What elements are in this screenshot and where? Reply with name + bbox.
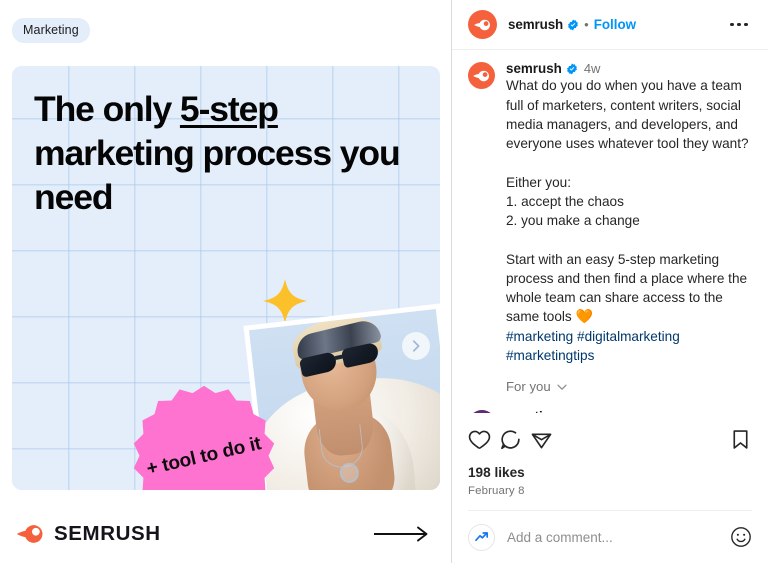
caption-block: semrush 4w What do you do when you have … — [468, 62, 752, 365]
post-actions: 198 likes February 8 — [452, 413, 768, 563]
share-paper-plane-icon — [531, 433, 552, 449]
semrush-logo: SEMRUSH — [16, 522, 161, 546]
composer-avatar[interactable] — [468, 523, 495, 551]
comment-composer — [468, 510, 752, 563]
caption-username[interactable]: semrush — [506, 62, 562, 76]
comment-button[interactable] — [499, 420, 530, 459]
more-options-icon[interactable] — [724, 17, 754, 33]
chevron-down-icon — [557, 384, 567, 390]
tool-sticker: + tool to do it — [129, 382, 279, 490]
caption-body: What do you do when you have a team full… — [506, 78, 749, 325]
long-arrow-right-icon — [374, 526, 428, 542]
add-comment-input[interactable] — [507, 529, 718, 545]
likes-count[interactable]: 198 likes — [468, 463, 752, 481]
save-button[interactable] — [729, 420, 752, 459]
comment-bubble-icon — [501, 430, 520, 450]
like-button[interactable] — [468, 420, 499, 459]
header-username[interactable]: semrush — [508, 17, 563, 32]
semrush-comet-icon — [16, 525, 43, 543]
chevron-right-icon — [412, 340, 420, 352]
semrush-comet-icon — [472, 70, 489, 81]
header-separator: • — [584, 17, 589, 32]
comments-filter-label: For you — [506, 379, 551, 395]
verified-badge-icon — [566, 63, 577, 75]
follow-button[interactable]: Follow — [594, 17, 636, 32]
slide-headline: The only 5-step marketing process you ne… — [34, 88, 422, 219]
headline-part-2: marketing process you need — [34, 132, 401, 217]
carousel-next-button[interactable] — [402, 332, 430, 360]
caption-timestamp: 4w — [583, 61, 601, 77]
verified-badge-icon — [568, 19, 579, 30]
instagram-post: Marketing The only 5-step marketing proc… — [0, 0, 768, 563]
brand-bar: SEMRUSH — [0, 505, 451, 563]
hashtags-line-1[interactable]: #marketing #digitalmarketing — [506, 329, 680, 344]
post-sidebar: semrush • Follow semrush 4w What do you … — [452, 0, 768, 563]
semrush-comet-icon — [473, 19, 490, 30]
caption-header: semrush 4w — [506, 61, 752, 77]
headline-part-1: The only — [34, 89, 180, 129]
action-icons-row — [468, 413, 752, 463]
caption-emoji: 🧡 — [575, 308, 593, 325]
post-date: February 8 — [468, 485, 525, 497]
comments-filter[interactable]: For you — [506, 379, 752, 394]
account-avatar[interactable] — [468, 10, 497, 39]
bookmark-icon — [733, 430, 748, 449]
media-pane: Marketing The only 5-step marketing proc… — [0, 0, 452, 563]
emoji-smiley-icon[interactable] — [730, 526, 752, 548]
heart-icon — [468, 430, 491, 449]
category-badge: Marketing — [12, 18, 90, 43]
hashtags-line-2[interactable]: #marketingtips — [506, 348, 594, 363]
trending-up-icon — [474, 532, 488, 542]
share-button[interactable] — [530, 420, 561, 459]
sparkle-star-icon — [261, 277, 309, 325]
carousel-slide[interactable]: The only 5-step marketing process you ne… — [12, 66, 440, 490]
brand-name: SEMRUSH — [54, 522, 161, 545]
headline-underlined: 5-step — [179, 89, 279, 129]
caption-text: What do you do when you have a team full… — [506, 76, 752, 365]
caption-avatar[interactable] — [468, 62, 495, 89]
post-header: semrush • Follow — [452, 0, 768, 50]
